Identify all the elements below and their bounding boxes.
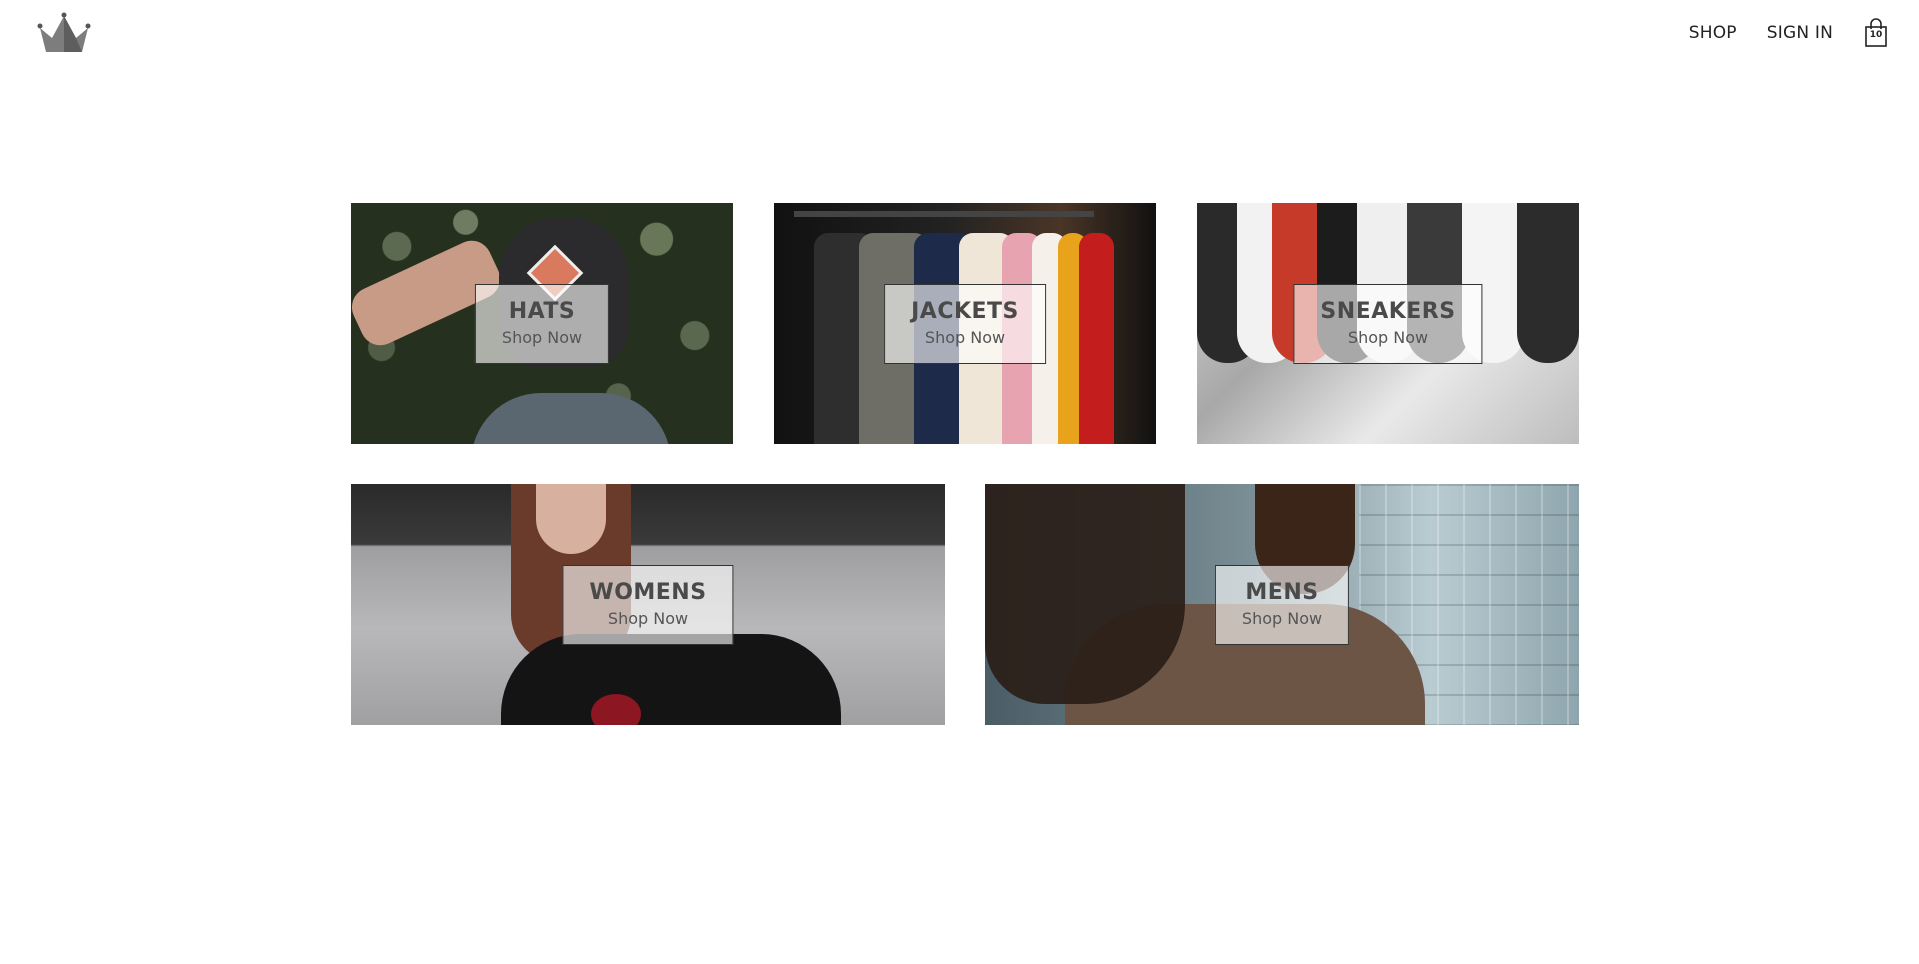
category-title: SNEAKERS bbox=[1320, 298, 1456, 324]
cart-count: 10 bbox=[1869, 30, 1883, 40]
shop-now-text: Shop Now bbox=[607, 608, 689, 628]
category-title: HATS bbox=[508, 298, 576, 324]
main-nav: SHOP SIGN IN 10 bbox=[1689, 18, 1889, 48]
category-label[interactable]: SNEAKERS Shop Now bbox=[1293, 283, 1483, 364]
category-directory: HATS Shop Now JACKETS Shop Now SNEAKERS … bbox=[351, 203, 1579, 765]
category-title: MENS bbox=[1245, 579, 1319, 605]
category-label[interactable]: HATS Shop Now bbox=[474, 283, 610, 364]
directory-row-bottom: WOMENS Shop Now MENS Shop Now bbox=[351, 484, 1579, 725]
category-tile-hats[interactable]: HATS Shop Now bbox=[351, 203, 733, 444]
category-tile-womens[interactable]: WOMENS Shop Now bbox=[351, 484, 945, 725]
category-tile-mens[interactable]: MENS Shop Now bbox=[985, 484, 1579, 725]
category-tile-sneakers[interactable]: SNEAKERS Shop Now bbox=[1197, 203, 1579, 444]
directory-row-top: HATS Shop Now JACKETS Shop Now SNEAKERS … bbox=[351, 203, 1579, 444]
category-title: WOMENS bbox=[589, 579, 707, 605]
category-title: JACKETS bbox=[911, 298, 1019, 324]
shop-now-text: Shop Now bbox=[501, 327, 583, 347]
nav-sign-in-link[interactable]: SIGN IN bbox=[1767, 23, 1833, 43]
category-label[interactable]: MENS Shop Now bbox=[1214, 564, 1350, 645]
category-label[interactable]: JACKETS Shop Now bbox=[884, 283, 1046, 364]
shop-now-text: Shop Now bbox=[924, 327, 1006, 347]
category-tile-jackets[interactable]: JACKETS Shop Now bbox=[774, 203, 1156, 444]
shop-now-text: Shop Now bbox=[1347, 327, 1429, 347]
cart-button[interactable]: 10 bbox=[1863, 18, 1889, 48]
category-label[interactable]: WOMENS Shop Now bbox=[562, 564, 734, 645]
header: SHOP SIGN IN 10 bbox=[0, 0, 1919, 70]
nav-shop-link[interactable]: SHOP bbox=[1689, 23, 1737, 43]
shop-now-text: Shop Now bbox=[1241, 608, 1323, 628]
crown-logo-icon[interactable] bbox=[36, 12, 92, 56]
